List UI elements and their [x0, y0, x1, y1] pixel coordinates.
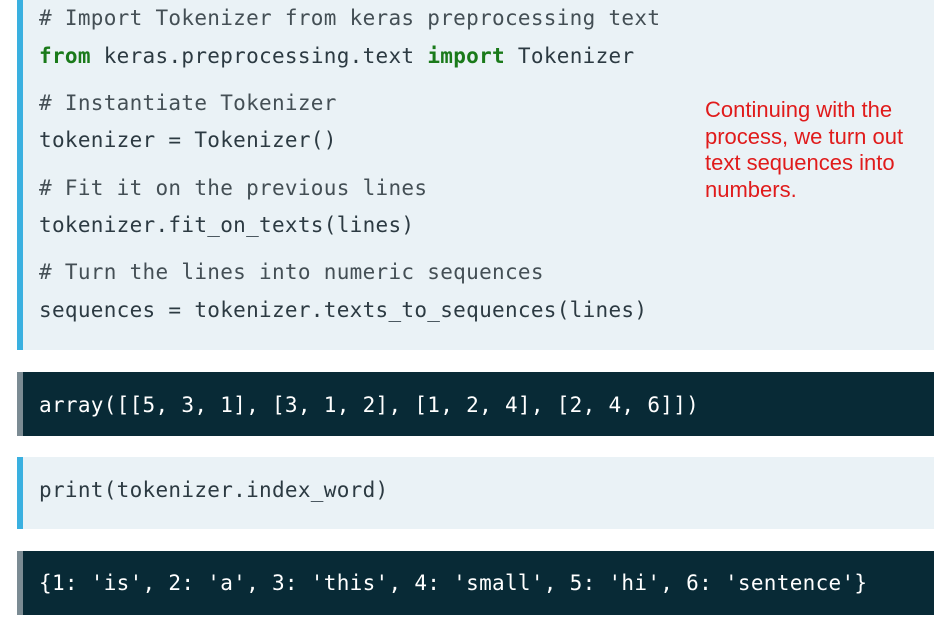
code-line-sequences: sequences = tokenizer.texts_to_sequences…: [39, 298, 648, 322]
keyword-from: from: [39, 44, 91, 68]
annotation-note: Continuing with the process, we turn out…: [705, 97, 904, 202]
code-comment-fit: # Fit it on the previous lines: [39, 176, 428, 200]
code-comment-import: # Import Tokenizer from keras preprocess…: [39, 6, 661, 30]
class-name: Tokenizer: [504, 44, 635, 68]
code-block-print: print(tokenizer.index_word): [17, 457, 934, 529]
code-line-fit: tokenizer.fit_on_texts(lines): [39, 213, 415, 237]
keyword-import: import: [427, 44, 505, 68]
output-index-word-text: {1: 'is', 2: 'a', 3: 'this', 4: 'small',…: [39, 571, 868, 595]
code-line-instantiate: tokenizer = Tokenizer(): [39, 128, 337, 152]
code-comment-sequences: # Turn the lines into numeric sequences: [39, 260, 544, 284]
code-line-print: print(tokenizer.index_word): [39, 478, 389, 502]
output-block-array: array([[5, 3, 1], [3, 1, 2], [1, 2, 4], …: [17, 372, 934, 436]
output-array-text: array([[5, 3, 1], [3, 1, 2], [1, 2, 4], …: [39, 393, 700, 417]
output-block-index-word: {1: 'is', 2: 'a', 3: 'this', 4: 'small',…: [17, 551, 934, 615]
code-comment-instantiate: # Instantiate Tokenizer: [39, 91, 337, 115]
module-name: keras.preprocessing.text: [90, 44, 428, 68]
code-line-import: from keras.preprocessing.text import Tok…: [39, 43, 634, 69]
